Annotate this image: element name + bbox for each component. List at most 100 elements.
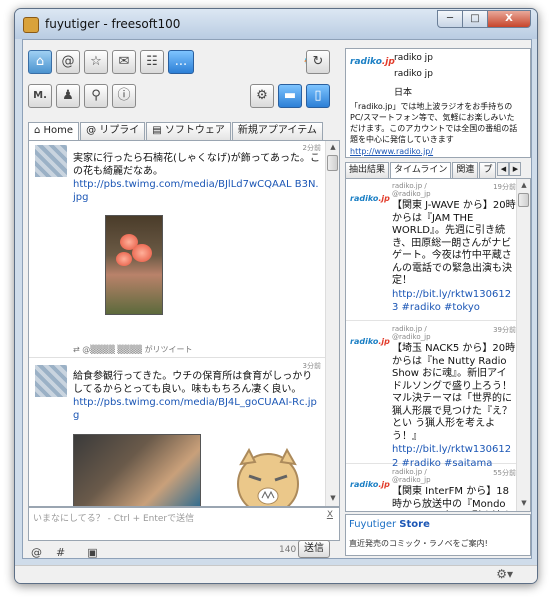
tweet-text: 実家に行ったら石楠花(しゃくなげ)が飾ってあった。この花も綺麗だなあ。: [73, 153, 321, 177]
at-icon: @: [61, 54, 75, 69]
tweet-link[interactable]: http://pbs.twimg.com/media/BJ4L_goCUAAI-…: [73, 397, 317, 421]
scroll-up-icon[interactable]: ▲: [328, 143, 338, 153]
mentions-button[interactable]: @: [56, 50, 80, 74]
list-item[interactable]: 2分前 実家に行ったら石楠花(しゃくなげ)が飾ってあった。この花も綺麗だなあ。 …: [29, 141, 325, 358]
tweet-time: 19分前: [493, 183, 516, 191]
profile-screen-name: radiko jp: [394, 69, 433, 79]
at-icon: @: [86, 125, 100, 136]
tab-related[interactable]: 関連: [452, 162, 479, 178]
mention-insert-icon[interactable]: @: [31, 546, 42, 559]
right-tabs: 抽出結果 タイムライン 関連 プ ◀ ▶: [345, 162, 531, 178]
m-button[interactable]: M.: [28, 84, 52, 108]
scroll-thumb[interactable]: [327, 155, 338, 171]
search-icon: ⚲: [91, 88, 101, 103]
tab-left-arrow-icon[interactable]: ◀: [497, 162, 510, 176]
avatar[interactable]: radiko.jp: [350, 469, 390, 503]
avatar[interactable]: radiko.jp: [350, 326, 390, 360]
refresh-icon: ↻: [312, 54, 324, 69]
layout-split-button[interactable]: ▯: [306, 84, 330, 108]
store-panel[interactable]: Fuyutiger Store 直近発売のコミック・ラノベをご案内!: [345, 514, 531, 556]
minimize-button[interactable]: ─: [437, 10, 463, 28]
tab-extract-results[interactable]: 抽出結果: [345, 162, 390, 178]
user-icon: ♟: [62, 88, 74, 103]
list-item[interactable]: radiko.jp radiko.jp / @radiko_jp 19分前 【関東…: [346, 179, 518, 321]
tweet-text: 【関東 InterFM から】18時から放送中の『Mondo Musica』。昨…: [392, 486, 509, 510]
retweet-icon: ⇄ @▒▒▒▒ ▒▒▒▒: [73, 345, 145, 354]
home-icon: ⌂: [35, 54, 45, 69]
clear-input-button[interactable]: X: [327, 510, 333, 520]
settings-button[interactable]: ⚙: [250, 84, 274, 108]
flower-shape: [116, 252, 132, 266]
tweet-input[interactable]: いまなにしてる？ - Ctrl + Enterで送信 X: [28, 507, 340, 541]
scroll-down-icon[interactable]: ▼: [328, 494, 338, 504]
list-item[interactable]: radiko.jp radiko.jp / @radiko_jp 39分前 【埼玉…: [346, 322, 518, 469]
tab-home[interactable]: ⌂ Home: [28, 122, 80, 141]
tab-profile[interactable]: プ: [479, 162, 497, 178]
search-button[interactable]: ⚲: [84, 84, 108, 108]
profile-name: radiko jp: [394, 53, 433, 63]
profile-url[interactable]: http://www.radiko.jp/: [350, 147, 433, 156]
window-title: fuyutiger - freesoft100: [45, 17, 181, 31]
tab-right-arrow-icon[interactable]: ▶: [509, 162, 522, 176]
lists-button[interactable]: ☷: [140, 50, 164, 74]
gear-icon: ⚙: [256, 88, 268, 103]
info-button[interactable]: ⓘ: [112, 84, 136, 108]
retweet-label: がリツイート: [144, 345, 193, 354]
profile-location: 日本: [394, 88, 413, 98]
user-button[interactable]: ♟: [56, 84, 80, 108]
list-icon: ▤: [152, 125, 165, 136]
user-timeline-scrollbar[interactable]: ▲ ▼: [516, 179, 530, 511]
status-bar: ⚙▾: [15, 565, 537, 583]
home-icon: ⌂: [34, 125, 44, 136]
tab-new-app-items[interactable]: 新規アプアイテム: [231, 122, 323, 140]
mail-icon: ✉: [118, 54, 130, 69]
tweet-time: 55分前: [493, 469, 516, 477]
scroll-up-icon[interactable]: ▲: [519, 181, 529, 191]
avatar[interactable]: radiko.jp: [350, 183, 390, 217]
app-window: fuyutiger - freesoft100 ─ □ X ⌂ @ ☆ ✉ ☷ …: [14, 8, 538, 584]
scroll-down-icon[interactable]: ▼: [519, 499, 529, 509]
list-item[interactable]: radiko.jp radiko.jp / @radiko_jp 55分前 【関東…: [346, 465, 518, 511]
timeline-scrollbar[interactable]: ▲ ▼: [325, 141, 339, 506]
settings-dropdown-icon[interactable]: ⚙▾: [496, 567, 513, 581]
direct-message-button[interactable]: ✉: [112, 50, 136, 74]
tweet-photo[interactable]: [73, 434, 201, 506]
home-button[interactable]: ⌂: [28, 50, 52, 74]
title-bar[interactable]: fuyutiger - freesoft100 ─ □ X: [15, 9, 537, 39]
minus-icon: ▬: [283, 88, 297, 103]
tiger-app-icon: [23, 17, 39, 33]
flower-shape: [132, 244, 152, 262]
send-button[interactable]: 送信: [298, 540, 330, 558]
favorites-button[interactable]: ☆: [84, 50, 108, 74]
timeline-list[interactable]: 2分前 実家に行ったら石楠花(しゃくなげ)が飾ってあった。この花も綺麗だなあ。 …: [28, 140, 340, 507]
user-timeline-list[interactable]: radiko.jp radiko.jp / @radiko_jp 19分前 【関東…: [345, 178, 531, 512]
tweet-time: 39分前: [493, 326, 516, 334]
scroll-thumb[interactable]: [518, 193, 529, 207]
maximize-button[interactable]: □: [462, 10, 488, 28]
hashtag-insert-icon[interactable]: #: [56, 546, 65, 559]
close-button[interactable]: X: [487, 10, 531, 28]
avatar[interactable]: [35, 145, 67, 177]
tweet-text: 【関東 J-WAVE から】20時からは『JAM THE WORLD』。先週に引…: [392, 200, 516, 286]
tweet-link[interactable]: http://bit.ly/rktw1306123 #radiko #tokyo: [392, 289, 511, 314]
list-icon: ☷: [146, 54, 158, 69]
tweet-link[interactable]: http://pbs.twimg.com/media/BJlLd7wCQAAL …: [73, 179, 319, 203]
tab-software[interactable]: ▤ ソフトウェア: [146, 122, 231, 140]
star-icon: ☆: [90, 54, 102, 69]
profile-description: 「radiko.jp」では地上波ラジオをお手持ちのPC/スマートフォン等で、気軽…: [350, 102, 518, 144]
tweet-text: 【埼玉 NACK5 から】20時からは『he Nutty Radio Show …: [392, 343, 516, 442]
panel-icon: ▯: [314, 88, 322, 103]
char-count: 140: [279, 545, 297, 555]
tab-timeline[interactable]: タイムライン: [390, 162, 452, 178]
image-attach-icon[interactable]: ▣: [87, 546, 97, 559]
radiko-logo: radiko.jp: [350, 57, 395, 67]
tiger-mascot-icon: [237, 447, 299, 506]
refresh-button[interactable]: ↻: [306, 50, 330, 74]
tweet-photo[interactable]: [105, 215, 163, 315]
more-button[interactable]: ...: [168, 50, 194, 74]
avatar[interactable]: [35, 365, 67, 397]
layout-horizontal-button[interactable]: ▬: [278, 84, 302, 108]
tab-replies[interactable]: @ リプライ: [80, 122, 146, 140]
client-area: ⌂ @ ☆ ✉ ☷ ... 🐦 ↻ M. ♟ ⚲ ⓘ ⚙ ▬ ▯ ⌂ Home …: [22, 39, 532, 559]
store-title: Fuyutiger Store: [349, 519, 430, 530]
